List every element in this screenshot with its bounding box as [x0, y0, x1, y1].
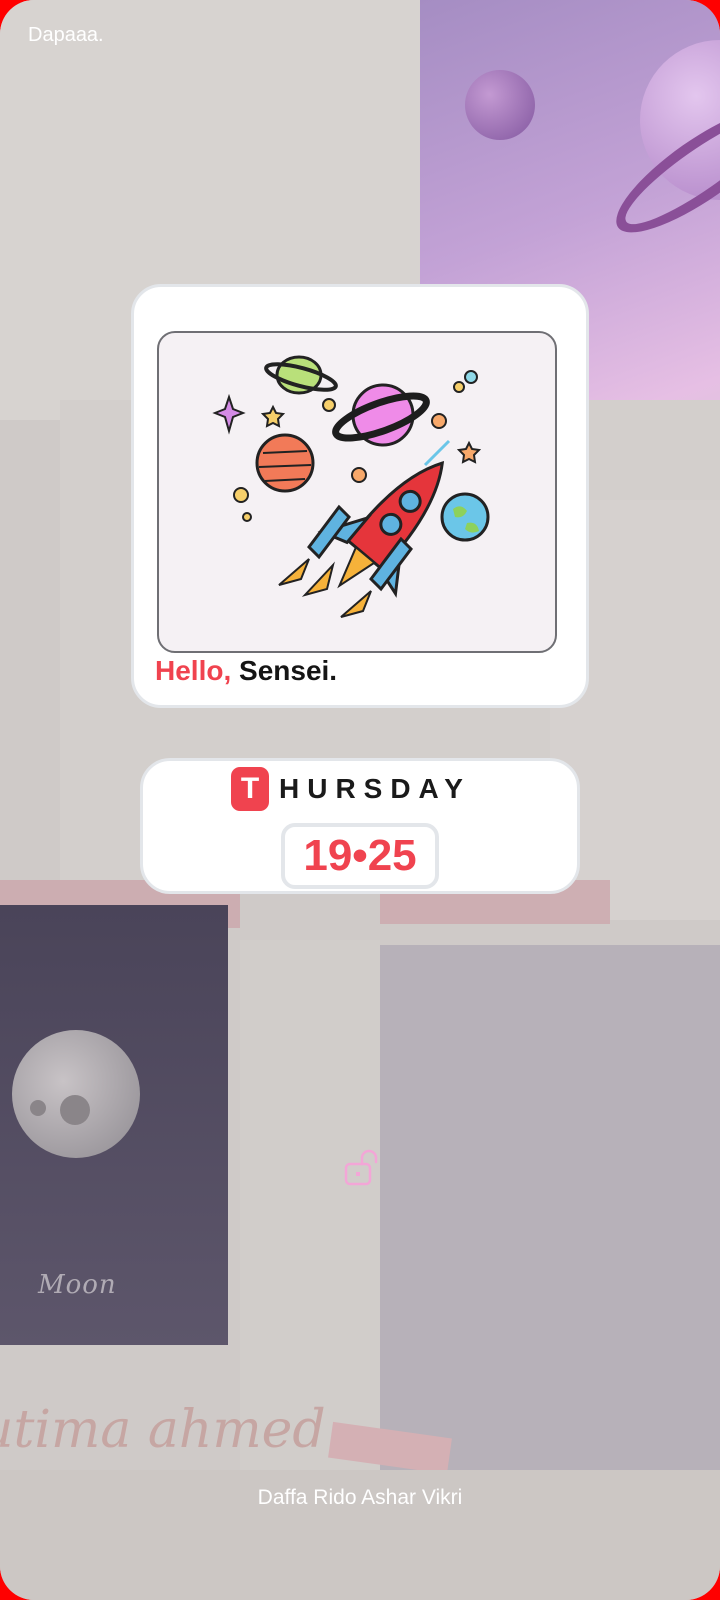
clock-time: 19•25	[281, 823, 439, 889]
weekday-rest: HURSDAY	[279, 773, 471, 804]
wallpaper-astronaut-card	[380, 945, 720, 1470]
greeting-text: Hello, Sensei.	[155, 655, 337, 687]
greeting-name: Sensei.	[239, 655, 338, 686]
lock-screen: Moon utima ahmed Dapaaa. Hello, Sensei. …	[0, 0, 720, 1600]
rocket-illustration	[157, 331, 557, 653]
wallpaper-moon-caption: Moon	[38, 1270, 117, 1300]
greeting-accent: Hello,	[155, 655, 232, 686]
carrier-label: Dapaaa.	[28, 24, 104, 46]
date-time-widget[interactable]: T HURSDAY 19•25	[140, 758, 580, 894]
wallpaper-script-caption: utima ahmed	[0, 1400, 326, 1460]
wallpaper-moon	[12, 1030, 140, 1158]
photo-widget[interactable]: Hello, Sensei.	[131, 284, 589, 708]
wallpaper-moon-crater	[60, 1095, 90, 1125]
rocket-space-image	[212, 355, 490, 618]
wallpaper-planet	[465, 70, 535, 140]
weekday-label: T HURSDAY	[231, 765, 471, 813]
wallpaper-moon-crater	[30, 1100, 46, 1116]
weekday-initial-badge: T	[231, 767, 269, 811]
owner-info-label: Daffa Rido Ashar Vikri	[257, 1486, 463, 1509]
unlocked-padlock-icon[interactable]	[344, 1148, 382, 1188]
